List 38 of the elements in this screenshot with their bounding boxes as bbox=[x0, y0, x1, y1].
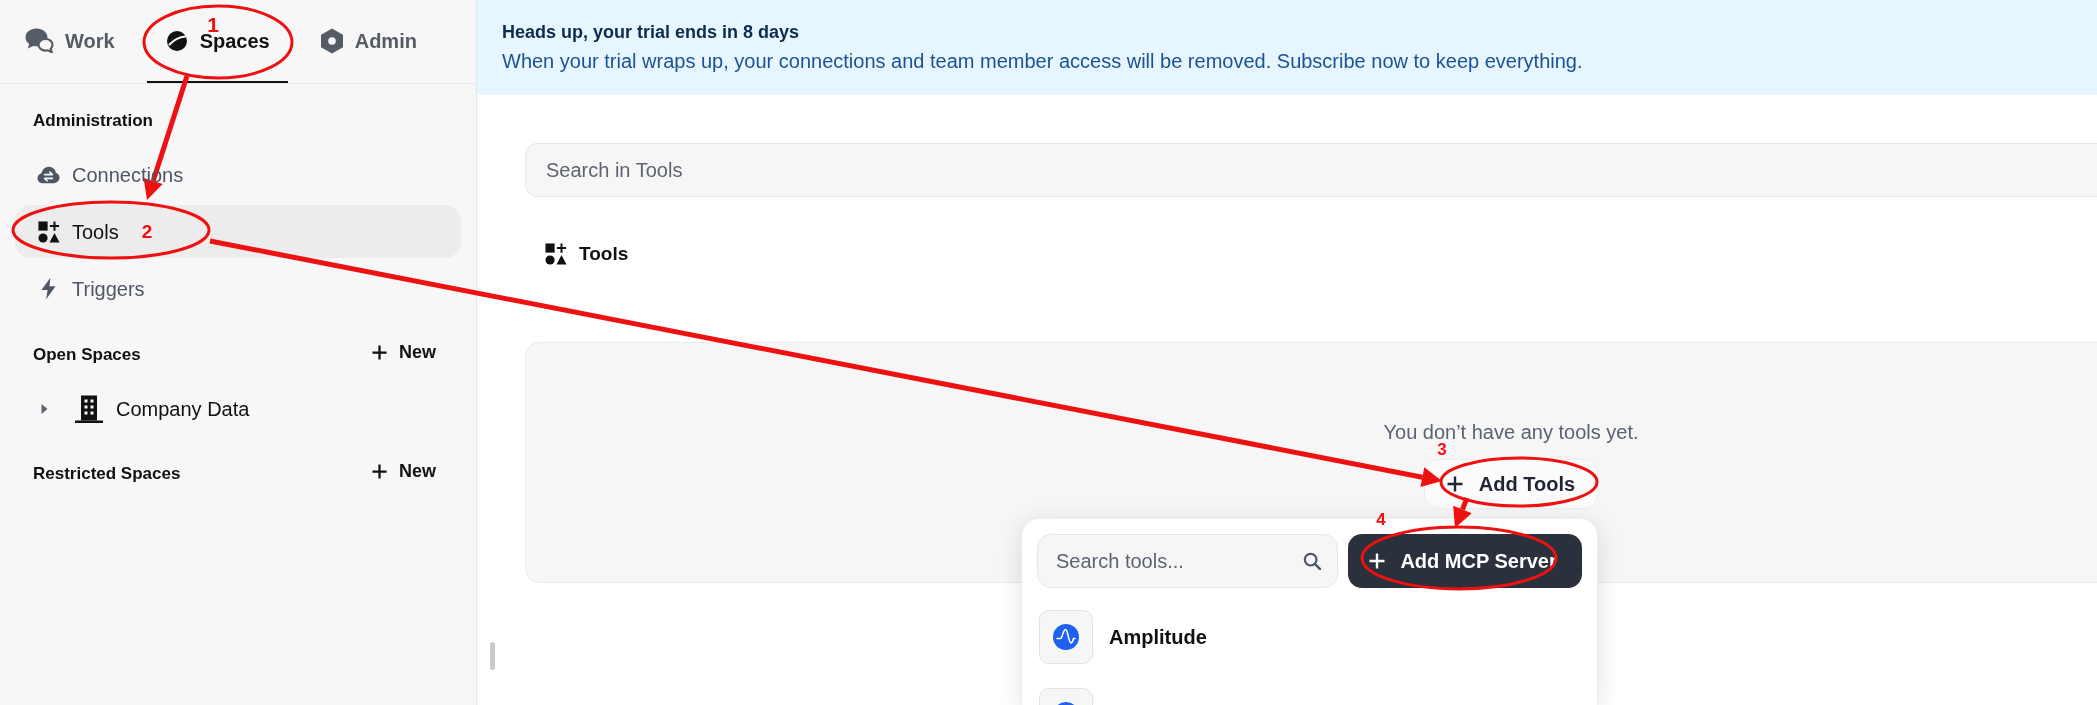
caret-icon[interactable] bbox=[39, 404, 49, 414]
plus-icon bbox=[1369, 553, 1386, 569]
cloud-arrows-icon bbox=[37, 165, 60, 184]
planet-icon bbox=[164, 28, 189, 53]
empty-message: You don’t have any tools yet. bbox=[1383, 420, 1639, 443]
section-heading: Administration bbox=[33, 110, 153, 132]
resize-handle[interactable] bbox=[490, 642, 495, 670]
section-heading: Restricted Spaces bbox=[33, 463, 181, 485]
section-title: Tools bbox=[579, 241, 629, 266]
sidebar-item[interactable]: Triggers bbox=[15, 262, 461, 315]
annotation-number: 3 bbox=[1437, 440, 1447, 458]
hexagon-icon bbox=[319, 27, 344, 54]
space-item[interactable]: Company Data bbox=[75, 394, 250, 424]
shapes-icon bbox=[545, 243, 567, 265]
lightning-icon bbox=[41, 277, 56, 300]
new-button[interactable]: New bbox=[372, 338, 436, 366]
search-field[interactable]: Search in Tools bbox=[525, 143, 2097, 197]
plus-icon bbox=[1446, 476, 1463, 492]
tool-option[interactable]: Amplitude bbox=[1039, 610, 1207, 664]
shapes-icon bbox=[37, 220, 60, 243]
annotation-arrow bbox=[1453, 497, 1472, 528]
section-heading: Open Spaces bbox=[33, 344, 141, 366]
plus-icon bbox=[372, 344, 387, 360]
annotation-number: 1 bbox=[207, 13, 219, 35]
banner-title: Heads up, your trial ends in 8 days bbox=[502, 21, 800, 44]
plus-icon bbox=[372, 463, 387, 479]
wave-logo-icon bbox=[1039, 610, 1093, 664]
nav-tab[interactable]: Work bbox=[7, 0, 133, 83]
new-button[interactable]: New bbox=[372, 457, 436, 485]
annotation-number: 4 bbox=[1376, 510, 1386, 528]
chat-bubbles-icon bbox=[25, 28, 54, 53]
building-icon bbox=[75, 395, 103, 423]
add-mcp-server-button[interactable]: Add MCP Server bbox=[1348, 534, 1582, 588]
annotation-number: 2 bbox=[141, 221, 153, 241]
search-field[interactable]: Search tools... bbox=[1037, 534, 1339, 588]
nav-tab[interactable]: Admin bbox=[301, 0, 435, 83]
search-icon bbox=[1303, 552, 1322, 570]
banner-message: When your trial wraps up, your connections and team member access will be removed. Subscribe now to keep everything. bbox=[502, 49, 1583, 74]
